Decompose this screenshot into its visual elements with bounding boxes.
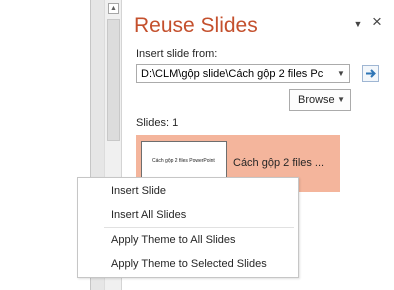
scrollbar-thumb[interactable] [107,19,120,141]
menu-item-apply-theme-selected[interactable]: Apply Theme to Selected Slides [78,253,298,275]
close-icon[interactable]: × [370,13,384,30]
menu-item-label: Insert Slide [111,185,167,197]
chevron-down-icon: ▼ [337,95,345,104]
menu-item-label: Apply Theme to All Slides [111,234,236,246]
scroll-up-arrow-icon[interactable]: ▲ [108,3,119,14]
go-button[interactable] [362,65,379,82]
path-value[interactable]: D:\CLM\gộp slide\Cách gộp 2 files Pc [141,68,327,80]
menu-separator [104,227,294,228]
arrow-right-icon [366,69,376,78]
menu-item-apply-theme-all[interactable]: Apply Theme to All Slides [78,229,298,251]
browse-button-label: Browse [298,94,335,106]
insert-slide-from-combobox[interactable]: D:\CLM\gộp slide\Cách gộp 2 files Pc ▼ [136,64,350,83]
menu-item-insert-slide[interactable]: Insert Slide [78,180,298,202]
menu-item-label: Insert All Slides [111,209,187,221]
slide-name: Cách gộp 2 files ... [233,157,325,169]
menu-item-label: Apply Theme to Selected Slides [111,258,267,270]
browse-button[interactable]: Browse ▼ [289,89,351,111]
dropdown-triangle-icon[interactable]: ▼ [352,18,364,30]
insert-slide-from-label: Insert slide from: [136,48,218,60]
slides-count-label: Slides: 1 [136,117,179,129]
slide-context-menu: Insert Slide Insert All Slides Apply The… [77,177,299,278]
chevron-down-icon[interactable]: ▼ [333,65,349,82]
slide-thumbnail-title: Cách gộp 2 files PowerPoint [152,158,215,164]
pane-title: Reuse Slides [134,14,258,37]
menu-item-insert-all-slides[interactable]: Insert All Slides [78,204,298,226]
